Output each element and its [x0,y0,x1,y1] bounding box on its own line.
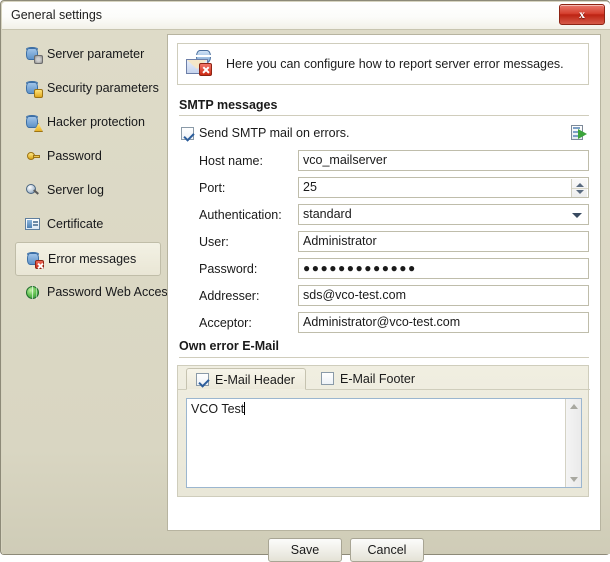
authentication-value: standard [303,207,352,221]
error-messages-panel: Here you can configure how to report ser… [167,34,601,531]
smtp-group-heading: SMTP messages [179,98,278,112]
user-input[interactable]: Administrator [298,231,589,252]
port-value: 25 [303,180,317,194]
chevron-down-icon[interactable] [572,213,582,218]
database-error-icon [26,251,44,269]
sidebar-item-server-parameter[interactable]: Server parameter [15,38,161,72]
sidebar-item-password[interactable]: Password [15,140,161,174]
authentication-label: Authentication: [199,208,282,222]
addresser-input[interactable]: sds@vco-test.com [298,285,589,306]
info-banner-text: Here you can configure how to report ser… [226,57,564,71]
own-mail-tab-box: E-Mail Header E-Mail Footer VCO Test [177,365,590,497]
send-smtp-mail-checkbox[interactable] [181,127,194,140]
port-input[interactable]: 25 [298,177,589,198]
editor-content: VCO Test [191,402,246,416]
magnifier-icon [25,182,42,199]
password-input[interactable]: ●●●●●●●●●●●●● [298,258,589,279]
dialog-body: Server parameter Security parameters Hac… [2,30,610,562]
own-mail-group-heading: Own error E-Mail [179,339,280,353]
sidebar-item-error-messages[interactable]: Error messages [15,242,161,276]
tab-email-footer[interactable]: E-Mail Footer [312,368,432,390]
globe-icon [25,284,42,301]
scroll-up-icon[interactable] [570,404,578,409]
user-label: User: [199,235,229,249]
sidebar-item-label: Certificate [47,217,104,231]
database-gear-icon [25,46,43,64]
editor-scrollbar[interactable] [565,399,581,487]
info-banner: Here you can configure how to report ser… [177,43,589,85]
port-spinner[interactable] [571,179,588,197]
sidebar-item-label: Server parameter [47,47,145,61]
sidebar-item-label: Server log [47,183,104,197]
tab-email-header[interactable]: E-Mail Header [186,368,306,390]
send-test-mail-icon[interactable] [571,125,588,141]
close-window-button[interactable]: x [559,4,605,25]
key-icon [25,148,42,165]
title-bar: General settings x [2,2,610,30]
mail-error-icon [186,50,216,79]
email-header-checkbox[interactable] [196,373,209,386]
tab-label: E-Mail Footer [340,372,416,386]
tab-strip: E-Mail Header E-Mail Footer [178,366,590,390]
certificate-icon [25,216,42,233]
window-title: General settings [11,8,103,22]
close-icon: x [579,7,585,21]
smtp-group-divider [179,115,589,116]
sidebar-item-certificate[interactable]: Certificate [15,208,161,242]
cancel-button[interactable]: Cancel [350,538,424,562]
host-name-label: Host name: [199,154,263,168]
email-footer-checkbox[interactable] [321,372,334,385]
sidebar-item-label: Password Web Access [47,285,174,299]
addresser-label: Addresser: [199,289,260,303]
tab-label: E-Mail Header [215,373,295,387]
text-caret [244,402,246,415]
sidebar-item-security-parameters[interactable]: Security parameters [15,72,161,106]
host-name-input[interactable]: vco_mailserver [298,150,589,171]
password-label: Password: [199,262,258,276]
acceptor-input[interactable]: Administrator@vco-test.com [298,312,589,333]
sidebar-item-label: Security parameters [47,81,159,95]
sidebar-item-server-log[interactable]: Server log [15,174,161,208]
own-mail-group-divider [179,357,589,358]
acceptor-label: Acceptor: [199,316,252,330]
database-lock-icon [25,80,43,98]
sidebar-item-password-web-access[interactable]: Password Web Access [15,276,174,310]
sidebar-item-label: Password [47,149,102,163]
settings-window: General settings x Server parameter Secu… [0,0,610,562]
scroll-down-icon[interactable] [570,477,578,482]
sidebar-item-label: Error messages [48,252,137,266]
database-warning-icon [25,114,43,132]
editor-value: VCO Test [191,402,245,416]
spinner-up-icon[interactable] [576,183,584,187]
settings-sidebar: Server parameter Security parameters Hac… [9,34,174,504]
authentication-select[interactable]: standard [298,204,589,225]
port-label: Port: [199,181,226,195]
sidebar-item-hacker-protection[interactable]: Hacker protection [15,106,161,140]
sidebar-item-label: Hacker protection [47,115,145,129]
email-header-editor[interactable]: VCO Test [186,398,582,488]
save-button[interactable]: Save [268,538,342,562]
spinner-down-icon[interactable] [576,190,584,194]
send-smtp-mail-label: Send SMTP mail on errors. [199,126,350,140]
